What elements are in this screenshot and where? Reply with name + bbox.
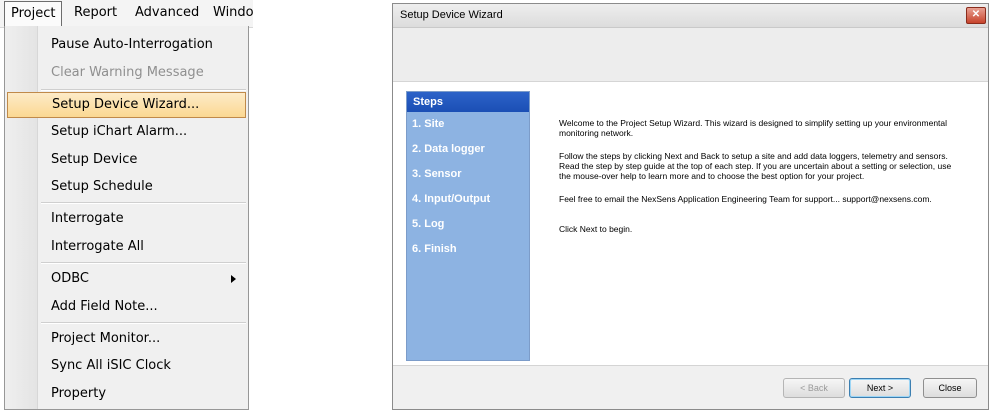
menu-item-interrogate[interactable]: Interrogate [7,206,246,232]
menu-item-clear-warning-message: Clear Warning Message [51,65,204,80]
instructions-paragraph: Follow the steps by clicking Next and Ba… [559,151,952,181]
steps-header: Steps [407,92,529,112]
menu-item-setup-device[interactable]: Setup Device [7,147,246,173]
window-title: Setup Device Wizard [400,9,503,21]
menu-advanced[interactable]: Advanced [129,2,205,24]
close-button[interactable]: Close [923,378,977,398]
menu-item-odbc[interactable]: ODBC [7,266,246,292]
wizard-header-area [393,28,988,82]
begin-paragraph: Click Next to begin. [559,224,633,234]
menu-item-property[interactable]: Property [7,381,246,407]
back-button[interactable]: < Back [783,378,845,398]
menu-item-setup-schedule[interactable]: Setup Schedule [7,174,246,200]
step-input-output: 4. Input/Output [412,193,491,205]
project-dropdown-menu: Pause Auto-Interrogation Clear Warning M… [4,26,249,410]
menu-item-setup-device-wizard[interactable]: Setup Device Wizard... [7,92,246,118]
menu-bar: Project Report Advanced Windo [0,0,254,28]
menu-item-odbc-label: ODBC [51,271,90,286]
steps-panel: Steps 1. Site 2. Data logger 3. Sensor 4… [406,91,530,361]
submenu-arrow-icon [231,275,236,283]
menu-item-interrogate-all[interactable]: Interrogate All [7,234,246,260]
welcome-paragraph: Welcome to the Project Setup Wizard. Thi… [559,118,948,138]
close-icon[interactable]: ✕ [966,7,986,24]
menu-separator [41,262,246,264]
support-paragraph: Feel free to email the NexSens Applicati… [559,194,932,204]
menu-project[interactable]: Project [4,1,63,27]
menu-item-setup-ichart-alarm[interactable]: Setup iChart Alarm... [7,119,246,145]
menu-window[interactable]: Windo [207,2,259,24]
step-site: 1. Site [412,118,445,130]
menu-separator [41,89,246,91]
step-log: 5. Log [412,218,445,230]
menu-item-project-monitor[interactable]: Project Monitor... [7,326,246,352]
wizard-instructions: Welcome to the Project Setup Wizard. Thi… [559,118,959,247]
menu-item-pause-auto-interrogation[interactable]: Pause Auto-Interrogation [7,32,246,58]
step-finish: 6. Finish [412,243,457,255]
setup-device-wizard-window: Setup Device Wizard ✕ Steps 1. Site 2. D… [392,3,989,410]
menu-item-add-field-note[interactable]: Add Field Note... [7,294,246,320]
menu-separator [41,202,246,204]
wizard-footer: < Back Next > Close [393,365,988,409]
menu-separator [41,322,246,324]
menu-item-sync-all-isic-clock[interactable]: Sync All iSIC Clock [7,353,246,379]
step-data-logger: 2. Data logger [412,143,485,155]
step-sensor: 3. Sensor [412,168,462,180]
wizard-content-area: Steps 1. Site 2. Data logger 3. Sensor 4… [393,82,988,367]
menu-report[interactable]: Report [68,2,123,24]
next-button[interactable]: Next > [849,378,911,398]
window-titlebar: Setup Device Wizard ✕ [393,4,988,28]
